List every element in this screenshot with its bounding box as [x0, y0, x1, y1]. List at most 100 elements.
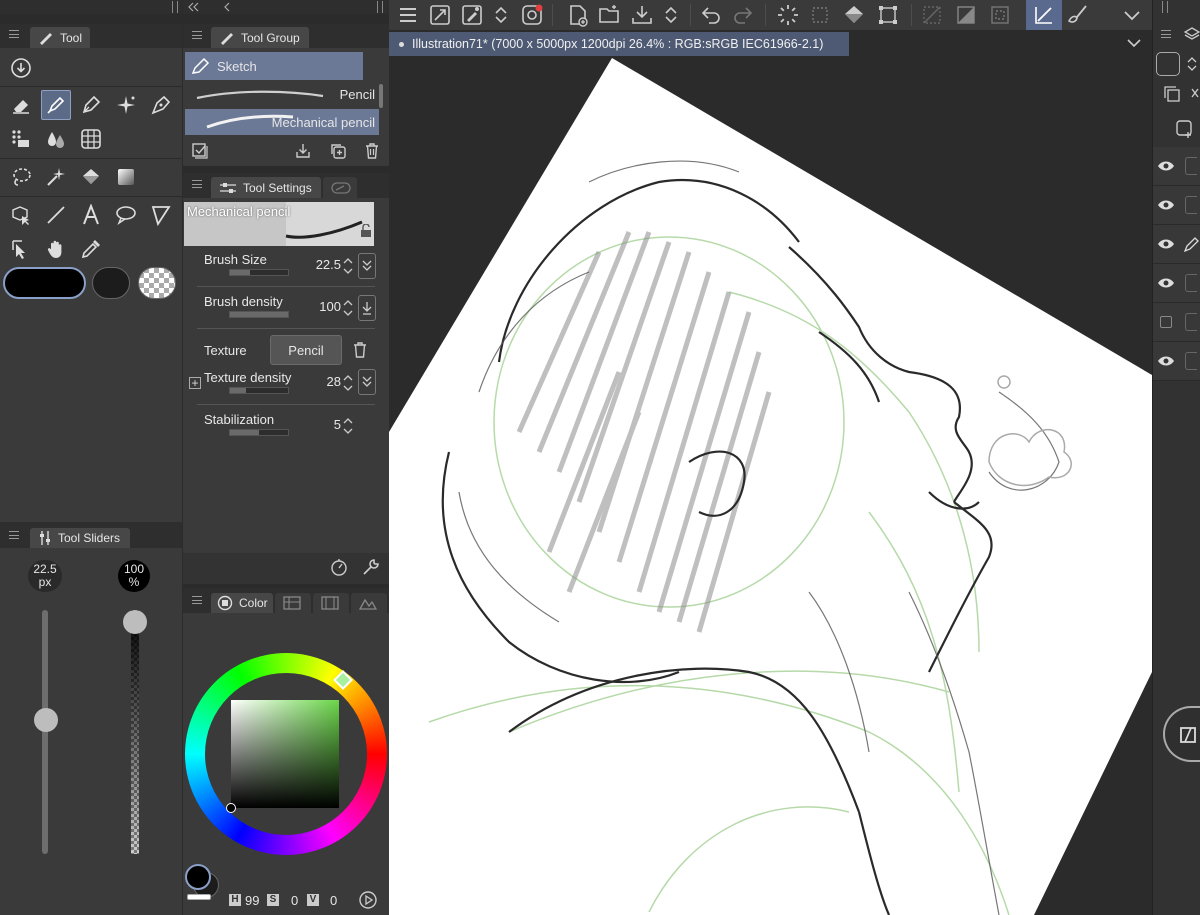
- open-file-button[interactable]: [595, 0, 625, 30]
- color-picker-handle[interactable]: [226, 803, 236, 813]
- eye-icon[interactable]: [1157, 354, 1175, 368]
- layer-row[interactable]: [1153, 147, 1200, 186]
- brush-preset-preview[interactable]: Mechanical pencil: [184, 202, 374, 246]
- loading-button[interactable]: [773, 0, 803, 30]
- brush-item-mechanical-pencil[interactable]: Mechanical pencil: [185, 109, 379, 135]
- layer-row-active[interactable]: [1153, 225, 1200, 264]
- new-canvas-button[interactable]: [563, 0, 593, 30]
- brush-size-value[interactable]: 22.5: [301, 257, 341, 272]
- panel-menu-icon[interactable]: [9, 531, 19, 539]
- import-icon[interactable]: [294, 142, 312, 160]
- command-scroll-button[interactable]: [659, 0, 683, 30]
- redo-button[interactable]: [728, 0, 758, 30]
- stabilization-value[interactable]: 5: [301, 417, 341, 432]
- saturation-value-square[interactable]: [231, 700, 339, 808]
- visibility-checkbox[interactable]: [1160, 316, 1172, 328]
- panel-menu-icon[interactable]: [192, 31, 202, 39]
- collapse-double-chevron-icon[interactable]: [187, 2, 199, 12]
- save-button[interactable]: [627, 0, 657, 30]
- texture-density-pressure-button[interactable]: [358, 369, 376, 395]
- layer-copy-icon[interactable]: [1162, 84, 1182, 104]
- eye-icon[interactable]: [1157, 237, 1175, 251]
- layers-icon[interactable]: [1184, 26, 1200, 42]
- brush-density-slider[interactable]: [229, 311, 289, 318]
- figure-tool-button[interactable]: [6, 200, 36, 230]
- layer-row[interactable]: [1153, 186, 1200, 225]
- tab-tool-group[interactable]: Tool Group: [211, 27, 309, 48]
- gradient-tool-button[interactable]: [111, 162, 141, 192]
- companion-button[interactable]: [517, 0, 547, 30]
- lasso-tool-button[interactable]: [6, 162, 36, 192]
- reset-gauge-icon[interactable]: [329, 557, 349, 577]
- opacity-slider-knob[interactable]: [123, 610, 147, 634]
- show-all-icon[interactable]: [191, 142, 209, 160]
- sub-color-swatch[interactable]: [92, 267, 130, 299]
- brush-item-pencil[interactable]: Pencil: [185, 82, 379, 108]
- clear-button[interactable]: [917, 0, 947, 30]
- tone-tool-button[interactable]: [6, 124, 36, 154]
- panel-menu-icon[interactable]: [1161, 30, 1171, 38]
- operation-tool-button[interactable]: [6, 234, 36, 264]
- eyedropper-tool-button[interactable]: [76, 234, 106, 264]
- panel-resize-handle[interactable]: [377, 1, 383, 13]
- tab-color-slider[interactable]: [275, 593, 311, 613]
- value-value[interactable]: 0: [330, 893, 337, 908]
- transform-button[interactable]: [873, 0, 903, 30]
- saturation-value[interactable]: 0: [291, 893, 298, 908]
- invert-selection-button[interactable]: [985, 0, 1015, 30]
- stabilization-slider[interactable]: [229, 429, 289, 436]
- lock-open-icon[interactable]: [360, 224, 372, 238]
- texture-density-spinner-icon[interactable]: [343, 373, 353, 393]
- hue-value[interactable]: 99: [245, 893, 259, 908]
- panel-menu-icon[interactable]: [192, 180, 202, 188]
- tab-tool[interactable]: Tool: [30, 27, 90, 48]
- close-icon[interactable]: [1190, 86, 1200, 100]
- snap-ruler-button[interactable]: [1026, 0, 1062, 30]
- stabilization-spinner-icon[interactable]: [343, 416, 353, 436]
- main-color-indicator[interactable]: [185, 864, 211, 890]
- layer-row[interactable]: [1153, 264, 1200, 303]
- brush-size-slider[interactable]: [229, 269, 289, 276]
- size-slider-track[interactable]: [42, 610, 48, 854]
- wrench-icon[interactable]: [361, 557, 381, 577]
- expand-plus-icon[interactable]: +: [189, 377, 201, 389]
- texture-delete-icon[interactable]: [351, 341, 369, 359]
- panel-resize-handle[interactable]: [172, 1, 178, 13]
- fill-tool-button[interactable]: [76, 162, 106, 192]
- fit-screen-button[interactable]: [425, 0, 455, 30]
- opacity-slider-track[interactable]: [131, 610, 139, 854]
- subtool-download-button[interactable]: [6, 53, 36, 83]
- transparent-indicator[interactable]: [187, 894, 211, 900]
- hand-tool-button[interactable]: [41, 234, 71, 264]
- pen-tool-button[interactable]: [76, 90, 106, 120]
- trash-icon[interactable]: [363, 142, 381, 160]
- eye-icon[interactable]: [1157, 198, 1175, 212]
- panel-resize-handle[interactable]: [1162, 1, 1168, 13]
- canvas-viewport[interactable]: Illustration71* (7000 x 5000px 1200dpi 2…: [389, 32, 1152, 915]
- menu-button[interactable]: [393, 0, 423, 30]
- tab-sub-tool-detail[interactable]: [323, 177, 357, 198]
- layer-row[interactable]: [1153, 342, 1200, 381]
- command-bar-expand-button[interactable]: [1117, 0, 1147, 30]
- ruler-tool-button[interactable]: [146, 200, 176, 230]
- canvas-artwork[interactable]: [389, 32, 1152, 915]
- clear-outside-button[interactable]: [951, 0, 981, 30]
- tool-group-sketch[interactable]: Sketch: [185, 52, 363, 80]
- brush-density-value[interactable]: 100: [301, 299, 341, 314]
- main-color-swatch[interactable]: [3, 267, 86, 299]
- layer-color-box[interactable]: [1156, 52, 1180, 76]
- brush-list-scrollbar[interactable]: [379, 84, 383, 108]
- vector-pen-tool-button[interactable]: [146, 90, 176, 120]
- command-scroll-button[interactable]: [489, 0, 513, 30]
- tab-tool-sliders[interactable]: Tool Sliders: [30, 528, 130, 548]
- panel-menu-icon[interactable]: [9, 30, 19, 38]
- texture-select-button[interactable]: Pencil: [270, 335, 342, 365]
- texture-density-slider[interactable]: [229, 387, 289, 394]
- brush-size-pressure-button[interactable]: [358, 253, 376, 279]
- quick-access-button[interactable]: [457, 0, 487, 30]
- decoration-tool-button[interactable]: [111, 90, 141, 120]
- tab-color-wheel[interactable]: Color: [211, 593, 273, 613]
- fill-button[interactable]: [839, 0, 869, 30]
- auto-select-tool-button[interactable]: [41, 162, 71, 192]
- tab-intermediate-color[interactable]: [313, 593, 349, 613]
